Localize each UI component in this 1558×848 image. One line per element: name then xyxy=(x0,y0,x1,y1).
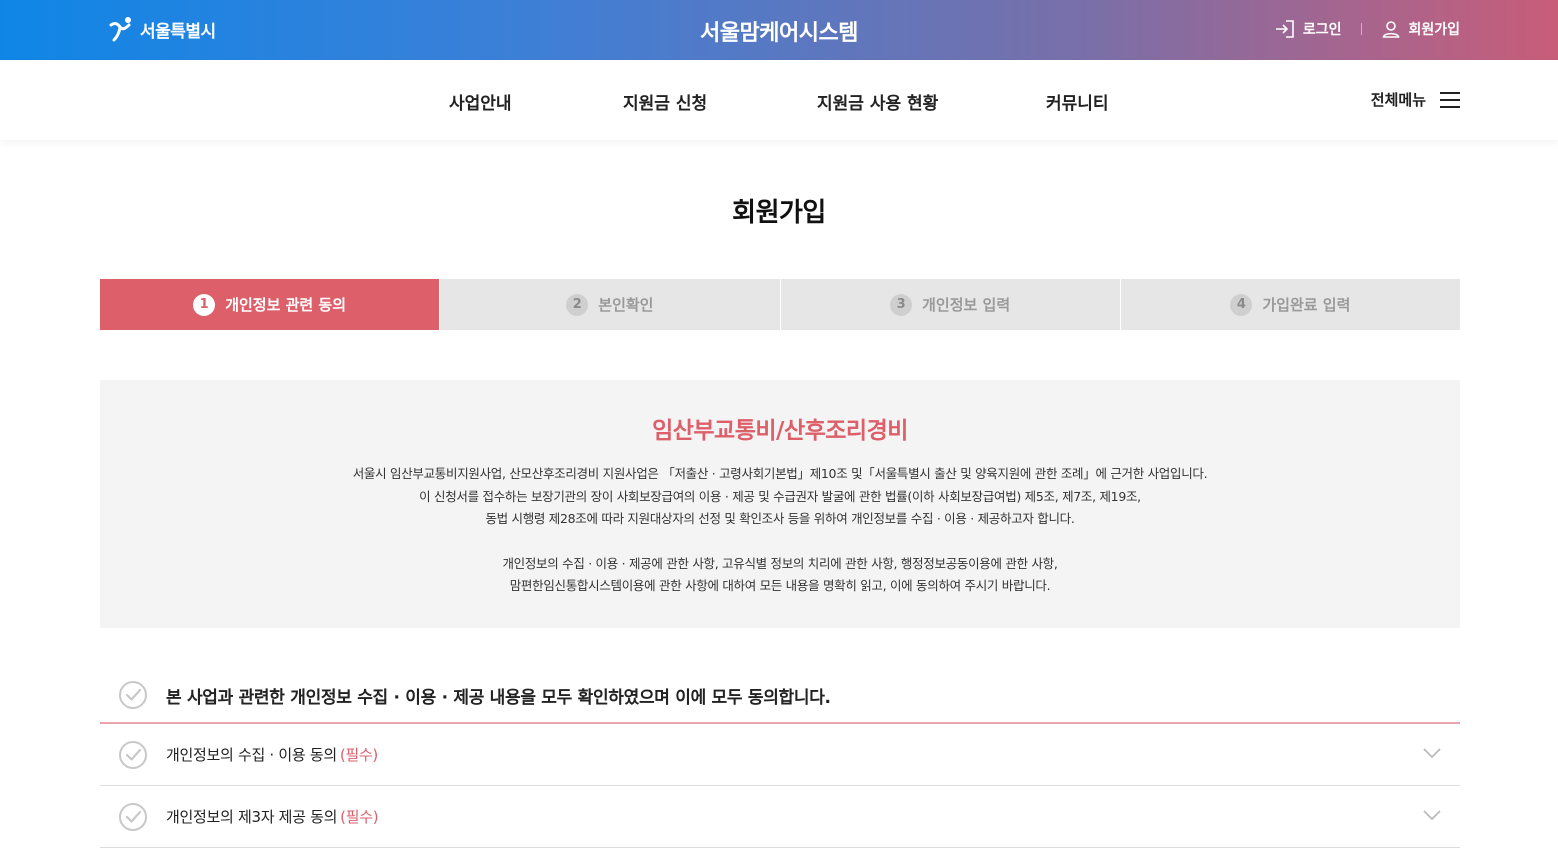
step-number: 3 xyxy=(890,293,913,316)
chevron-down-icon[interactable] xyxy=(1422,746,1442,760)
required-badge: (필수) xyxy=(340,808,379,826)
all-menu-button[interactable]: 전체메뉴 xyxy=(1371,89,1460,110)
step-identity-verification: 2 본인확인 xyxy=(439,279,780,330)
step-label: 본인확인 xyxy=(598,296,654,314)
info-title: 임산부교통비/산후조리경비 xyxy=(652,418,908,444)
info-line: 맘편한임신통합시스템이용에 관한 사항에 대하여 모든 내용을 명확히 읽고, … xyxy=(509,578,1051,593)
check-circle-icon[interactable] xyxy=(118,802,148,832)
page-title: 회원가입 xyxy=(732,198,826,228)
login-label: 로그인 xyxy=(1302,22,1342,38)
nav-item-apply-subsidy[interactable]: 지원금 신청 xyxy=(623,89,707,114)
step-number: 2 xyxy=(566,293,589,316)
user-icon xyxy=(1383,21,1400,38)
agreement-label-text: 개인정보의 수집 · 이용 동의 xyxy=(166,746,337,764)
nav-item-community[interactable]: 커뮤니티 xyxy=(1046,89,1109,114)
step-label: 개인정보 입력 xyxy=(922,296,1011,314)
agreement-label: 개인정보의 제3자 제공 동의 (필수) xyxy=(166,806,379,827)
info-line: 개인정보의 수집 · 이용 · 제공에 관한 사항, 고유식별 정보의 치리에 … xyxy=(502,555,1058,571)
agreement-row-third-party[interactable]: 개인정보의 제3자 제공 동의 (필수) xyxy=(100,786,1460,848)
info-line: 동법 시행령 제28조에 따라 지원대상자의 선정 및 확인조사 등을 위하여 … xyxy=(485,511,1075,526)
nav-item-subsidy-usage[interactable]: 지원금 사용 현황 xyxy=(817,89,938,114)
step-number: 4 xyxy=(1230,293,1253,316)
signup-label: 회원가입 xyxy=(1408,22,1460,38)
signup-link[interactable]: 회원가입 xyxy=(1382,19,1460,39)
check-circle-icon[interactable] xyxy=(118,680,148,710)
info-box: 임산부교통비/산후조리경비 서울시 임산부교통비지원사업, 산모산후조리경비 지… xyxy=(100,380,1460,628)
check-circle-icon[interactable] xyxy=(118,740,148,770)
top-header-bar: 서울특별시 서울맘케어시스템 로그인 회원가입 xyxy=(0,0,1558,60)
agree-all-label: 본 사업과 관련한 개인정보 수집 · 이용 · 제공 내용을 모두 확인하였으… xyxy=(166,687,831,708)
step-number: 1 xyxy=(193,293,216,316)
hamburger-icon xyxy=(1440,91,1460,108)
step-label: 가입완료 입력 xyxy=(1262,296,1351,314)
nav-item-business-info[interactable]: 사업안내 xyxy=(449,89,512,114)
signup-steps: 1 개인정보 관련 동의 2 본인확인 3 개인정보 입력 4 가입완료 입력 xyxy=(100,279,1460,330)
info-line: 서울시 임산부교통비지원사업, 산모산후조리경비 지원사업은 「저출산 · 고령… xyxy=(352,466,1208,481)
step-label: 개인정보 관련 동의 xyxy=(225,296,347,314)
top-links: 로그인 회원가입 xyxy=(1275,19,1460,39)
step-signup-complete: 4 가입완료 입력 xyxy=(1119,279,1460,330)
info-text: 서울시 임산부교통비지원사업, 산모산후조리경비 지원사업은 「저출산 · 고령… xyxy=(100,463,1460,598)
login-link[interactable]: 로그인 xyxy=(1275,19,1342,39)
main-nav: 사업안내 지원금 신청 지원금 사용 현황 커뮤니티 전체메뉴 xyxy=(0,60,1558,140)
step-privacy-consent: 1 개인정보 관련 동의 xyxy=(100,279,440,330)
agreement-label: 개인정보의 수집 · 이용 동의 (필수) xyxy=(166,744,378,765)
info-line: 이 신청서를 접수하는 보장기관의 장이 사회보장급여의 이용 · 제공 및 수… xyxy=(419,488,1141,504)
required-badge: (필수) xyxy=(339,746,378,764)
chevron-down-icon[interactable] xyxy=(1422,808,1442,822)
agreement-row-collection[interactable]: 개인정보의 수집 · 이용 동의 (필수) xyxy=(100,724,1460,786)
login-icon xyxy=(1275,20,1294,38)
agreement-label-text: 개인정보의 제3자 제공 동의 xyxy=(166,808,338,826)
top-link-divider xyxy=(1361,23,1363,35)
step-personal-info-input: 3 개인정보 입력 xyxy=(779,279,1120,330)
all-menu-label: 전체메뉴 xyxy=(1370,91,1426,109)
agree-all-row[interactable]: 본 사업과 관련한 개인정보 수집 · 이용 · 제공 내용을 모두 확인하였으… xyxy=(100,668,1460,724)
